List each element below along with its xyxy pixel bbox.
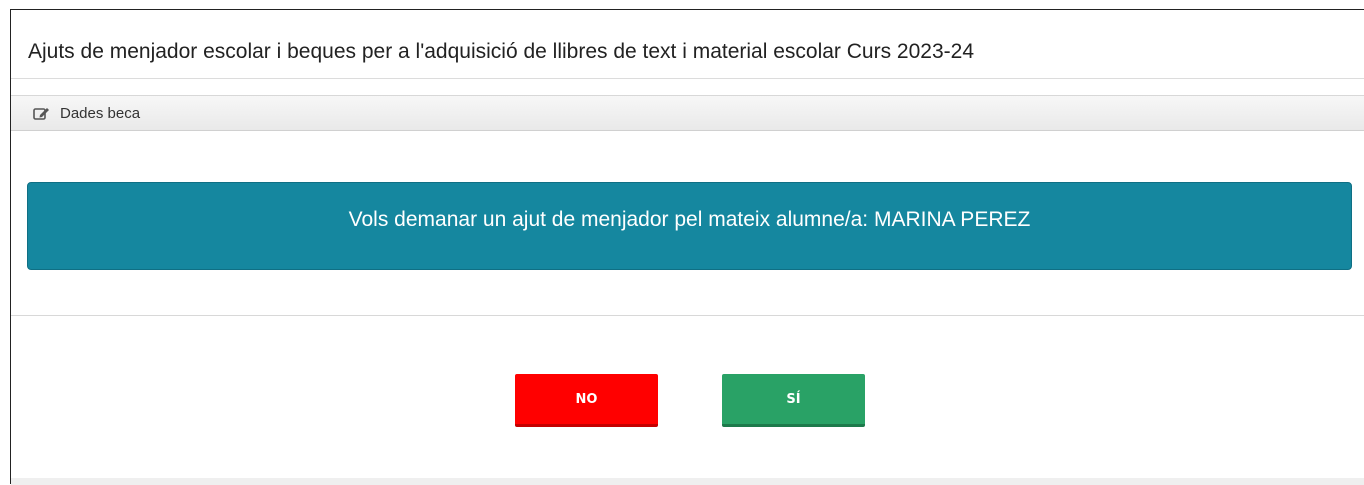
section-header: Dades beca [11, 95, 1364, 131]
content-divider [11, 315, 1364, 316]
section-label: Dades beca [60, 105, 141, 122]
form-panel: Ajuts de menjador escolar i beques per a… [10, 9, 1364, 485]
yes-button[interactable]: SÍ [722, 374, 865, 427]
no-button[interactable]: NO [515, 374, 658, 427]
info-alert: Vols demanar un ajut de menjador pel mat… [27, 182, 1352, 270]
title-divider [11, 78, 1364, 79]
edit-icon [33, 107, 51, 121]
page-title: Ajuts de menjador escolar i beques per a… [28, 40, 975, 63]
alert-message: Vols demanar un ajut de menjador pel mat… [348, 208, 1031, 231]
